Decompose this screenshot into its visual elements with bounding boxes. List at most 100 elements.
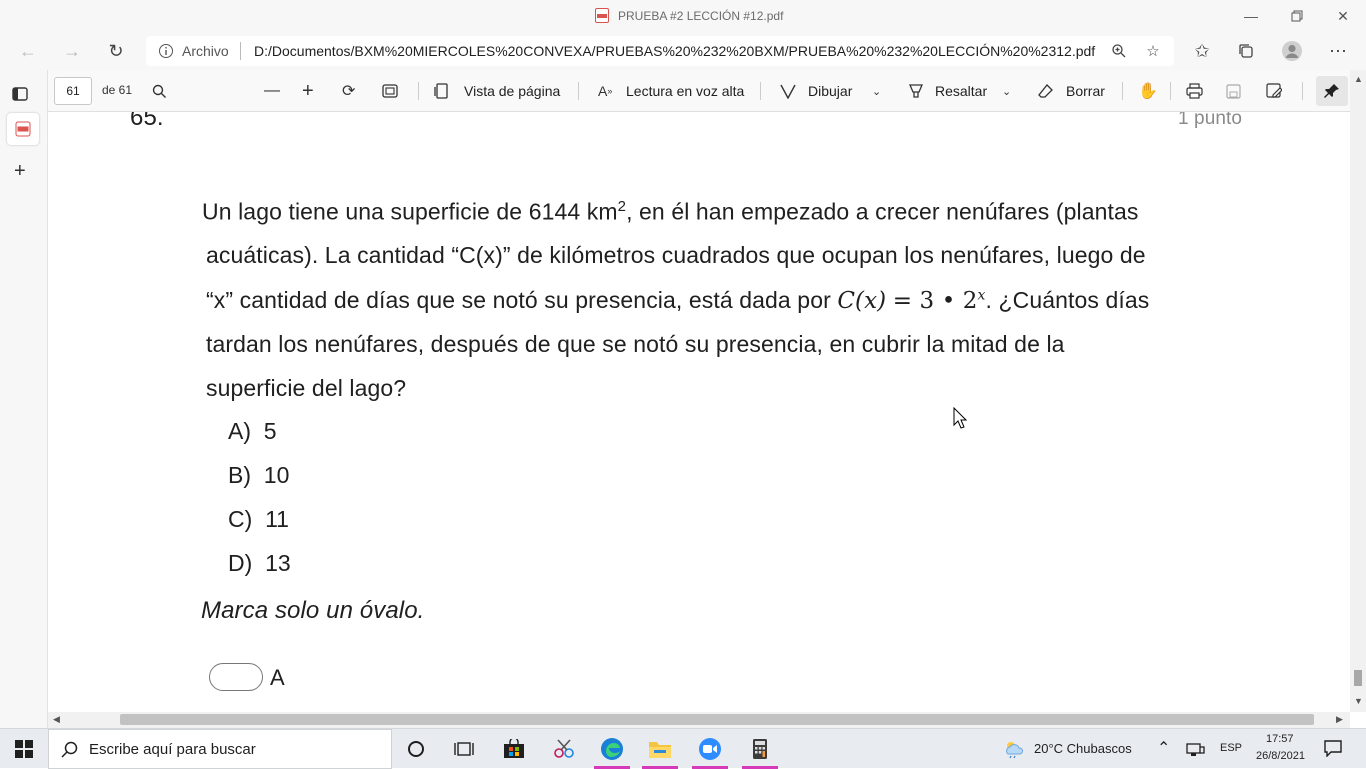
question-points: 1 punto: [1178, 112, 1243, 129]
profile-button[interactable]: [1278, 38, 1306, 64]
page-number-input[interactable]: 61: [54, 77, 92, 105]
draw-button[interactable]: Dibujar: [808, 83, 852, 99]
weather-widget[interactable]: [1002, 739, 1026, 764]
toolbar-divider: [760, 82, 761, 100]
minimize-icon: —: [1244, 8, 1258, 24]
start-button[interactable]: [10, 735, 38, 763]
vertical-scroll-thumb[interactable]: [1354, 670, 1362, 686]
erase-button[interactable]: Borrar: [1066, 83, 1105, 99]
calculator-app[interactable]: [746, 735, 774, 763]
find-button[interactable]: [152, 78, 167, 104]
vertical-scrollbar[interactable]: ▲ ▼: [1350, 70, 1366, 712]
plus-icon: +: [14, 160, 26, 182]
save-button[interactable]: [1226, 78, 1241, 104]
address-divider: [240, 42, 241, 60]
network-icon: [1186, 743, 1205, 756]
answer-oval-a[interactable]: [209, 663, 263, 691]
mouse-cursor-icon: [953, 407, 967, 429]
address-row: ← → ↻ Archivo D:/Documentos/BXM%20MIERCO…: [0, 32, 1366, 70]
scroll-down-icon[interactable]: ▼: [1354, 696, 1363, 706]
clock-time[interactable]: 17:57: [1266, 733, 1294, 745]
scroll-right-icon[interactable]: ▶: [1336, 714, 1343, 725]
pin-toolbar-button[interactable]: [1316, 76, 1348, 106]
pin-icon: [1324, 84, 1339, 98]
language-indicator[interactable]: ESP: [1220, 742, 1242, 754]
windows-icon: [15, 740, 33, 758]
chevron-down-icon: ⌄: [1002, 85, 1012, 98]
pdf-file-icon: [595, 8, 609, 23]
formula-exponent: x: [977, 287, 986, 304]
back-button[interactable]: ←: [14, 38, 42, 64]
new-tab-button[interactable]: +: [14, 160, 26, 183]
option-value: 13: [265, 550, 291, 576]
tab-actions-button[interactable]: [12, 86, 34, 106]
zoom-button[interactable]: [1108, 41, 1130, 61]
scheme-label: Archivo: [182, 43, 229, 59]
formula-rhs: = 3 • 2: [892, 288, 978, 314]
touch-write-button[interactable]: ✋: [1138, 78, 1158, 104]
chevron-down-icon: ⌄: [872, 85, 882, 98]
store-app[interactable]: [500, 735, 528, 763]
edge-app[interactable]: [598, 735, 626, 763]
draw-options-button[interactable]: ⌄: [872, 78, 881, 104]
file-explorer-app[interactable]: [646, 735, 674, 763]
favorites-icon: ✩: [1194, 40, 1210, 61]
restore-button[interactable]: [1274, 0, 1320, 32]
horizontal-scrollbar[interactable]: ◀ ▶: [48, 712, 1350, 728]
search-icon: [61, 741, 78, 758]
cortana-button[interactable]: [402, 735, 430, 763]
zoom-app[interactable]: [696, 735, 724, 763]
print-button[interactable]: [1186, 78, 1203, 104]
read-aloud-button[interactable]: Lectura en voz alta: [626, 83, 744, 99]
forward-button[interactable]: →: [58, 38, 86, 64]
question-text: , en él han empezado a crecer nenúfares …: [626, 198, 1139, 225]
option-letter: C): [228, 506, 253, 532]
highlight-button[interactable]: Resaltar: [935, 83, 987, 99]
clock-date[interactable]: 26/8/2021: [1256, 750, 1305, 762]
rotate-button[interactable]: ⟳: [342, 78, 355, 104]
toolbar-divider: [418, 82, 419, 100]
favorites-button[interactable]: ✩: [1188, 38, 1216, 64]
highlight-options-button[interactable]: ⌄: [1002, 78, 1011, 104]
option-c: C) 11: [228, 506, 289, 533]
network-status[interactable]: [1186, 741, 1206, 762]
save-icon: [1226, 83, 1241, 99]
scroll-left-icon[interactable]: ◀: [53, 714, 60, 725]
folder-icon: [649, 742, 671, 758]
close-button[interactable]: ✕: [1320, 0, 1366, 32]
pdf-page: 65. 1 punto Un lago tiene una superficie…: [48, 112, 1350, 712]
close-icon: ✕: [1337, 7, 1349, 24]
tab-pdf[interactable]: [7, 113, 39, 145]
add-favorite-button[interactable]: ☆: [1142, 41, 1164, 61]
scroll-up-icon[interactable]: ▲: [1354, 74, 1363, 84]
superscript: 2: [617, 198, 627, 215]
save-as-button[interactable]: [1266, 78, 1282, 104]
tray-overflow-button[interactable]: ⌃: [1157, 738, 1170, 758]
pdf-toolbar: 61 de 61 — + ⟳ Vista de página A» Lectur…: [48, 70, 1366, 112]
refresh-button[interactable]: ↻: [102, 38, 130, 64]
horizontal-scroll-thumb[interactable]: [120, 714, 1314, 725]
rotate-icon: ⟳: [342, 83, 356, 100]
toolbar-divider: [1122, 82, 1123, 100]
fit-page-button[interactable]: [382, 78, 398, 104]
restore-icon: [1291, 10, 1303, 22]
collections-button[interactable]: [1232, 38, 1260, 64]
more-button[interactable]: ⋯: [1324, 38, 1352, 64]
scissors-icon: [554, 739, 574, 758]
address-bar[interactable]: Archivo D:/Documentos/BXM%20MIERCOLES%20…: [146, 36, 1174, 66]
taskbar-search[interactable]: Escribe aquí para buscar: [48, 729, 392, 769]
zoom-out-button[interactable]: —: [264, 78, 280, 104]
weather-text[interactable]: 20°C Chubascos: [1034, 741, 1132, 756]
page-view-button[interactable]: Vista de página: [464, 83, 560, 99]
zoom-in-button[interactable]: +: [302, 78, 314, 104]
url-text[interactable]: D:/Documentos/BXM%20MIERCOLES%20CONVEXA/…: [254, 43, 1095, 59]
option-value: 11: [265, 506, 289, 532]
toolbar-divider: [1170, 82, 1171, 100]
arrow-right-icon: →: [63, 40, 81, 61]
question-text: Un lago tiene una superficie de 6144 km: [202, 198, 618, 225]
task-view-button[interactable]: [450, 735, 478, 763]
snip-app[interactable]: [550, 735, 578, 763]
notifications-button[interactable]: [1324, 740, 1342, 762]
answer-label-a: A: [270, 665, 285, 690]
minimize-button[interactable]: —: [1228, 0, 1274, 32]
